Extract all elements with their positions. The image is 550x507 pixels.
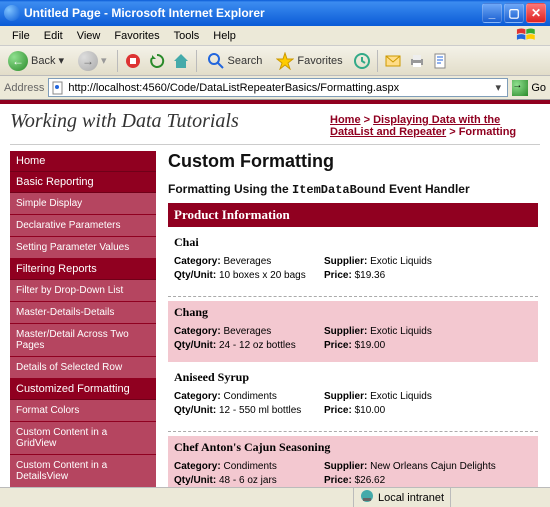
security-zone: Local intranet bbox=[353, 488, 450, 507]
toolbar-separator bbox=[377, 50, 378, 72]
sidebar-item[interactable]: Declarative Parameters bbox=[10, 215, 156, 237]
favorites-label: Favorites bbox=[297, 55, 342, 67]
product-name: Chang bbox=[174, 305, 532, 320]
product-row: Category: BeveragesSupplier: Exotic Liqu… bbox=[174, 326, 532, 337]
product-divider bbox=[168, 431, 538, 432]
star-icon bbox=[276, 52, 294, 70]
sidebar-group-header[interactable]: Home bbox=[10, 151, 156, 172]
sidebar-group-header[interactable]: Filtering Reports bbox=[10, 259, 156, 280]
product-name: Chai bbox=[174, 235, 532, 250]
chevron-down-icon: ▾ bbox=[58, 54, 64, 67]
refresh-icon[interactable] bbox=[148, 52, 166, 70]
sidebar-item[interactable]: Format Colors bbox=[10, 400, 156, 422]
product-divider bbox=[168, 296, 538, 297]
menu-favorites[interactable]: Favorites bbox=[108, 29, 165, 43]
sidebar-group-header[interactable]: Basic Reporting bbox=[10, 172, 156, 193]
sidebar-group-header[interactable]: Customized Formatting bbox=[10, 379, 156, 400]
toolbar-separator bbox=[196, 50, 197, 72]
section-header: Product Information bbox=[168, 203, 538, 227]
forward-arrow-icon: → bbox=[78, 51, 98, 71]
sidebar-item[interactable]: Setting Parameter Values bbox=[10, 237, 156, 259]
content-subheading: Formatting Using the ItemDataBound Event… bbox=[168, 182, 538, 197]
history-icon[interactable] bbox=[353, 52, 371, 70]
toolbar: ← Back ▾ → ▾ Search Favorites bbox=[0, 46, 550, 76]
product-row: Category: BeveragesSupplier: Exotic Liqu… bbox=[174, 256, 532, 267]
sidebar-item[interactable]: Details of Selected Row bbox=[10, 357, 156, 379]
edit-icon[interactable] bbox=[432, 52, 450, 70]
url-text: http://localhost:4560/Code/DataListRepea… bbox=[68, 82, 491, 94]
go-button[interactable]: → Go bbox=[512, 80, 546, 96]
menu-tools[interactable]: Tools bbox=[168, 29, 206, 43]
header-divider bbox=[10, 144, 540, 145]
window-titlebar: Untitled Page - Microsoft Internet Explo… bbox=[0, 0, 550, 26]
product-item: Aniseed Syrup Category: CondimentsSupplie… bbox=[168, 366, 538, 427]
menu-view[interactable]: View bbox=[71, 29, 107, 43]
product-item: Chang Category: BeveragesSupplier: Exotic… bbox=[168, 301, 538, 362]
sidebar-item[interactable]: Custom Content in a GridView bbox=[10, 422, 156, 455]
home-icon[interactable] bbox=[172, 52, 190, 70]
menu-bar: File Edit View Favorites Tools Help bbox=[0, 26, 550, 46]
address-input[interactable]: http://localhost:4560/Code/DataListRepea… bbox=[48, 78, 508, 97]
window-title: Untitled Page - Microsoft Internet Explo… bbox=[24, 6, 482, 20]
chevron-down-icon: ▾ bbox=[101, 54, 107, 67]
sidebar: HomeBasic ReportingSimple DisplayDeclara… bbox=[0, 151, 156, 501]
content-heading: Custom Formatting bbox=[168, 151, 538, 172]
forward-button[interactable]: → ▾ bbox=[74, 49, 111, 73]
page-icon bbox=[51, 81, 65, 95]
status-bar: Local intranet bbox=[0, 487, 550, 507]
menu-help[interactable]: Help bbox=[207, 29, 242, 43]
print-icon[interactable] bbox=[408, 52, 426, 70]
dropdown-icon[interactable]: ▾ bbox=[491, 81, 505, 94]
page-title: Working with Data Tutorials bbox=[10, 110, 330, 138]
search-button[interactable]: Search bbox=[203, 50, 267, 72]
product-row: Category: CondimentsSupplier: New Orlean… bbox=[174, 461, 532, 472]
intranet-icon bbox=[360, 489, 374, 506]
search-label: Search bbox=[228, 55, 263, 67]
product-row: Qty/Unit: 12 - 550 ml bottlesPrice: $10.… bbox=[174, 405, 532, 416]
zone-label: Local intranet bbox=[378, 492, 444, 504]
product-row: Qty/Unit: 24 - 12 oz bottlesPrice: $19.0… bbox=[174, 340, 532, 351]
breadcrumb: Home > Displaying Data with the DataList… bbox=[330, 110, 540, 138]
menu-file[interactable]: File bbox=[6, 29, 36, 43]
sidebar-item[interactable]: Custom Content in a DetailsView bbox=[10, 455, 156, 488]
address-label: Address bbox=[4, 82, 44, 94]
main-content: Custom Formatting Formatting Using the I… bbox=[156, 151, 550, 501]
product-name: Aniseed Syrup bbox=[174, 370, 532, 385]
windows-logo-icon bbox=[516, 27, 546, 43]
mail-icon[interactable] bbox=[384, 52, 402, 70]
sidebar-item[interactable]: Master/Detail Across Two Pages bbox=[10, 324, 156, 357]
stop-icon[interactable] bbox=[124, 52, 142, 70]
address-bar: Address http://localhost:4560/Code/DataL… bbox=[0, 76, 550, 100]
product-row: Category: CondimentsSupplier: Exotic Liq… bbox=[174, 391, 532, 402]
window-minimize-button[interactable]: _ bbox=[482, 3, 502, 23]
product-row: Qty/Unit: 48 - 6 oz jarsPrice: $26.62 bbox=[174, 475, 532, 486]
toolbar-separator bbox=[117, 50, 118, 72]
sidebar-item[interactable]: Filter by Drop-Down List bbox=[10, 280, 156, 302]
favorites-button[interactable]: Favorites bbox=[272, 50, 346, 72]
go-arrow-icon: → bbox=[512, 80, 528, 96]
sidebar-item[interactable]: Master-Details-Details bbox=[10, 302, 156, 324]
search-icon bbox=[207, 52, 225, 70]
ie-icon bbox=[4, 5, 20, 21]
back-label: Back bbox=[31, 55, 55, 67]
product-row: Qty/Unit: 10 boxes x 20 bagsPrice: $19.3… bbox=[174, 270, 532, 281]
back-arrow-icon: ← bbox=[8, 51, 28, 71]
back-button[interactable]: ← Back ▾ bbox=[4, 49, 68, 73]
go-label: Go bbox=[531, 82, 546, 94]
menu-edit[interactable]: Edit bbox=[38, 29, 69, 43]
sidebar-item[interactable]: Simple Display bbox=[10, 193, 156, 215]
breadcrumb-home[interactable]: Home bbox=[330, 114, 361, 126]
breadcrumb-current: Formatting bbox=[459, 126, 516, 138]
window-close-button[interactable]: ✕ bbox=[526, 3, 546, 23]
product-item: Chai Category: BeveragesSupplier: Exotic … bbox=[168, 231, 538, 292]
product-name: Chef Anton's Cajun Seasoning bbox=[174, 440, 532, 455]
window-maximize-button[interactable]: ▢ bbox=[504, 3, 524, 23]
